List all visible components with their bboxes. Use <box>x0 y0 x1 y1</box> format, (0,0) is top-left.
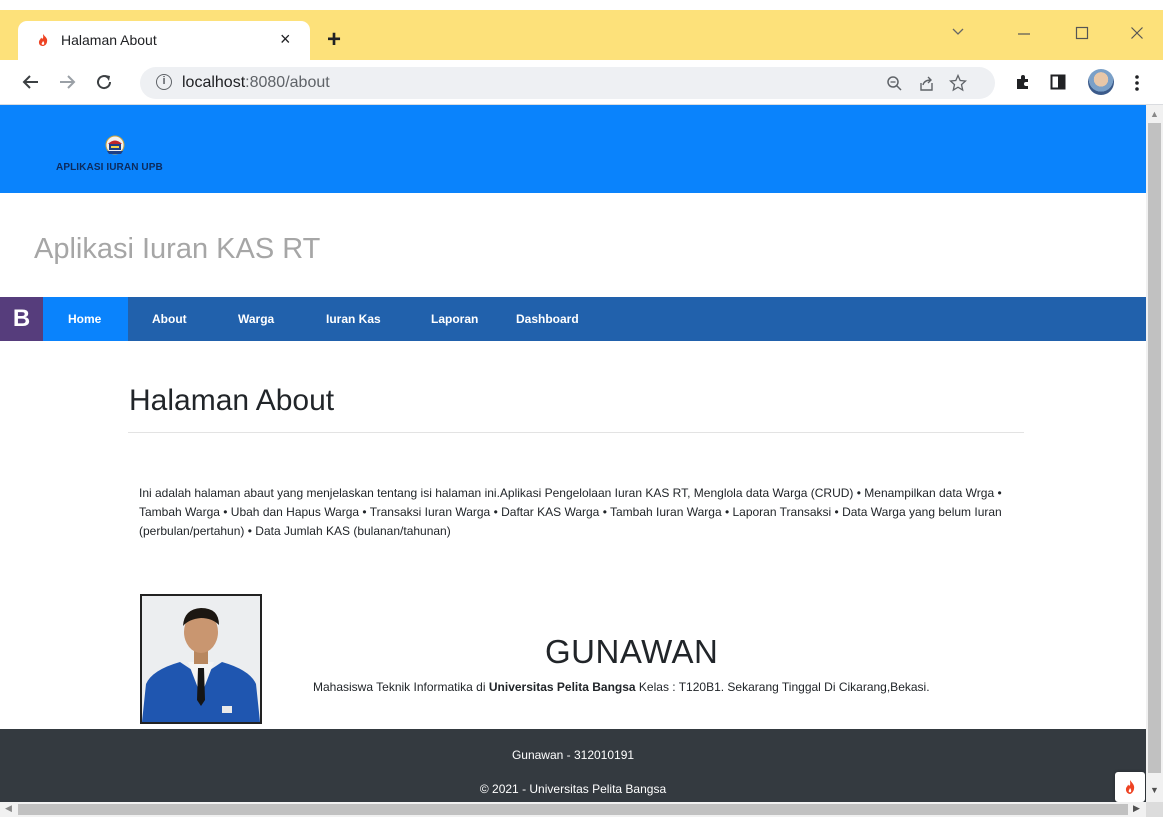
nav-iuran-kas[interactable]: Iuran Kas <box>326 297 381 341</box>
address-bar[interactable]: i localhost:8080/about <box>140 67 995 99</box>
nav-about[interactable]: About <box>152 297 187 341</box>
profile-desc-prefix: Mahasiswa Teknik Informatika di <box>313 680 489 694</box>
menu-kebab-icon[interactable] <box>1134 74 1140 92</box>
hero-banner: APLIKASI IURAN UPB <box>0 105 1146 193</box>
profile-name: GUNAWAN <box>545 633 719 670</box>
profile-desc-suffix: Kelas : T120B1. Sekarang Tinggal Di Cika… <box>635 680 930 694</box>
tab-close-icon[interactable]: × <box>280 29 291 49</box>
scroll-up-arrow-icon[interactable]: ▲ <box>1150 109 1159 119</box>
footer-author: Gunawan - 312010191 <box>511 748 635 762</box>
browser-tab-strip: Halaman About × + <box>0 10 1163 60</box>
content-title: Halaman About <box>129 384 335 417</box>
app-title: Aplikasi Iuran KAS RT <box>34 233 321 265</box>
nav-home[interactable]: Home <box>43 297 128 341</box>
profile-avatar[interactable] <box>1088 69 1114 95</box>
maximize-icon[interactable] <box>1075 26 1089 40</box>
nav-dashboard[interactable]: Dashboard <box>516 297 579 341</box>
url-path: :8080/about <box>245 74 330 91</box>
about-paragraph: Ini adalah halaman abaut yang menjelaska… <box>139 486 1002 538</box>
browser-toolbar: i localhost:8080/about <box>0 60 1163 105</box>
scroll-left-arrow-icon[interactable]: ◀ <box>5 803 12 814</box>
tab-search-chevron-icon[interactable] <box>951 27 965 37</box>
horizontal-scrollbar[interactable]: ◀ ▶ <box>0 802 1146 817</box>
main-navbar: B Home About Warga Iuran Kas Laporan Das… <box>0 297 1146 341</box>
profile-description: Mahasiswa Teknik Informatika di Universi… <box>313 680 930 694</box>
codeigniter-flame-icon <box>38 34 48 46</box>
codeigniter-flame-icon <box>1125 780 1135 794</box>
bootstrap-brand-icon[interactable]: B <box>0 297 43 341</box>
footer-copyright: © 2021 - Universitas Pelita Bangsa <box>479 782 667 796</box>
screenshot-frame: Halaman About × + i localhost:8080/about <box>0 0 1163 817</box>
scroll-down-arrow-icon[interactable]: ▼ <box>1150 785 1159 795</box>
page-viewport: APLIKASI IURAN UPB Aplikasi Iuran KAS RT… <box>0 105 1146 802</box>
logo-text: APLIKASI IURAN UPB <box>56 162 163 173</box>
nav-warga[interactable]: Warga <box>238 297 274 341</box>
profile-desc-university: Universitas Pelita Bangsa <box>488 680 636 694</box>
top-caption-strip <box>0 0 1163 10</box>
back-arrow-icon[interactable] <box>22 73 40 91</box>
reload-icon[interactable] <box>95 73 113 91</box>
scrollbar-corner <box>1146 802 1163 817</box>
vertical-scroll-thumb[interactable] <box>1148 123 1161 773</box>
vertical-scrollbar[interactable]: ▲ ▼ <box>1146 105 1163 802</box>
profile-photo-illustration <box>142 596 260 722</box>
content-divider <box>128 432 1024 433</box>
url-text: localhost:8080/about <box>182 74 330 92</box>
extensions-puzzle-icon[interactable] <box>1014 73 1032 91</box>
forward-arrow-icon[interactable] <box>58 73 76 91</box>
minimize-icon[interactable] <box>1017 32 1031 36</box>
zoom-icon[interactable] <box>886 75 903 92</box>
page-footer: Gunawan - 312010191 © 2021 - Universitas… <box>0 729 1146 802</box>
new-tab-button[interactable]: + <box>327 28 341 52</box>
upb-logo-emblem <box>105 135 125 155</box>
info-icon[interactable]: i <box>156 74 172 90</box>
tab-title: Halaman About <box>61 32 157 48</box>
nav-laporan[interactable]: Laporan <box>431 297 478 341</box>
bookmark-star-icon[interactable] <box>949 74 967 92</box>
horizontal-scroll-thumb[interactable] <box>18 804 1128 815</box>
share-icon[interactable] <box>918 75 935 92</box>
side-panel-icon[interactable] <box>1050 74 1066 90</box>
scroll-right-arrow-icon[interactable]: ▶ <box>1133 803 1140 814</box>
profile-photo <box>140 594 262 724</box>
url-host: localhost <box>182 74 246 91</box>
close-window-icon[interactable] <box>1130 26 1144 40</box>
browser-tab[interactable]: Halaman About × <box>18 21 310 60</box>
codeigniter-debug-toolbar-button[interactable] <box>1115 772 1145 802</box>
